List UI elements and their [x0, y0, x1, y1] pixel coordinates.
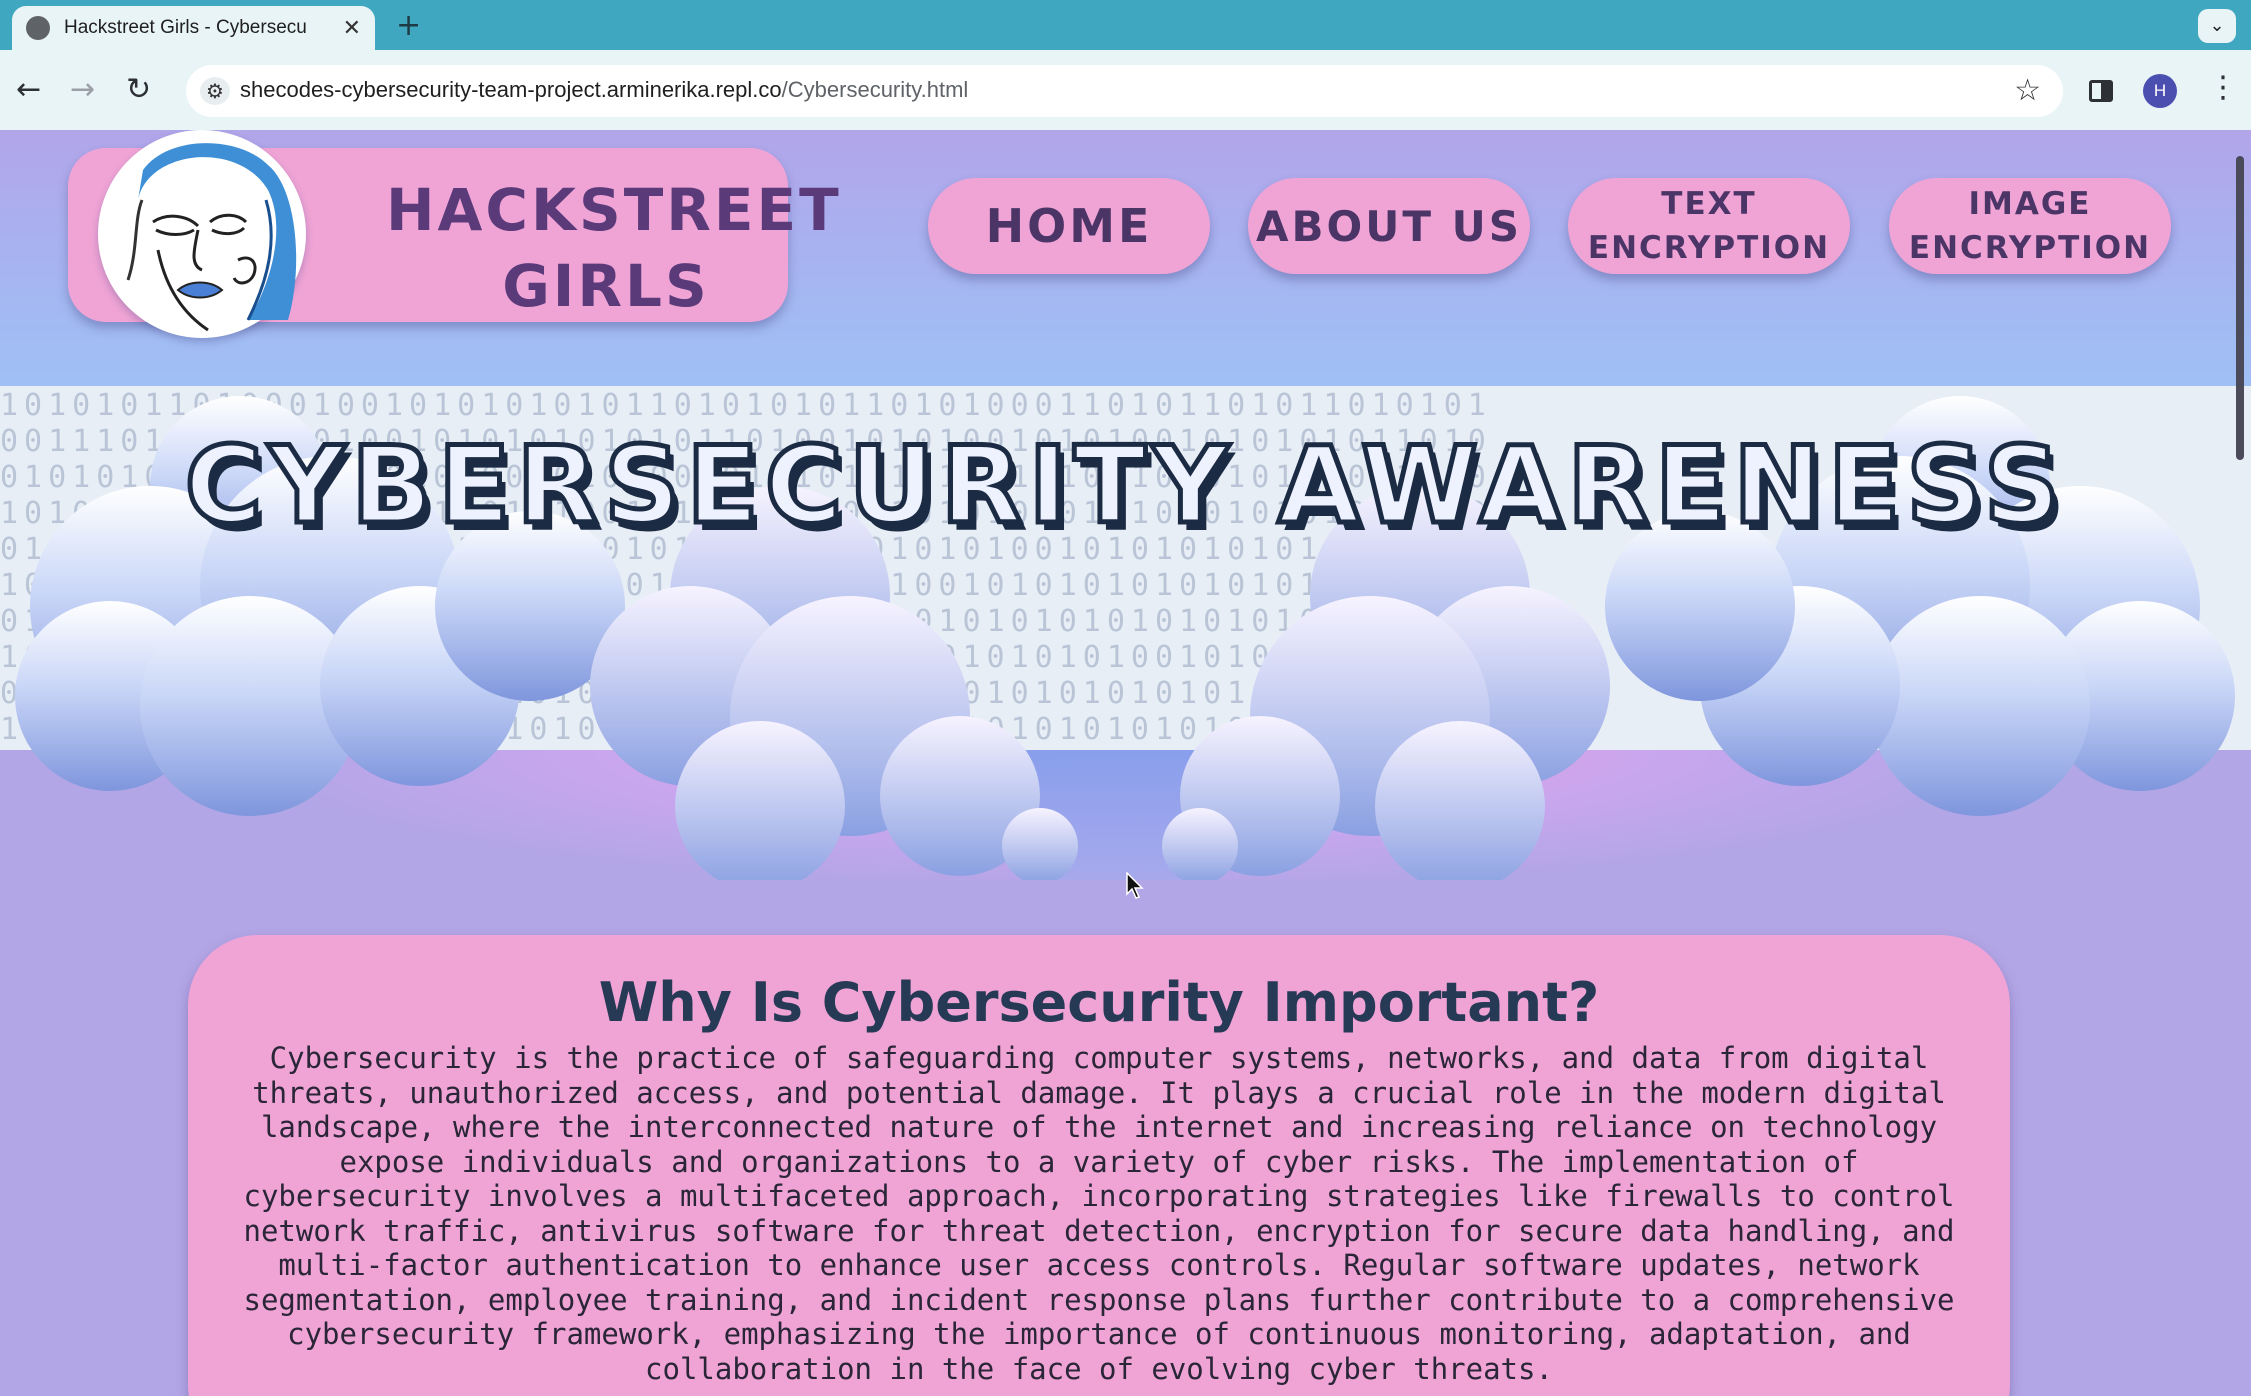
address-bar[interactable]: ⚙ shecodes-cybersecurity-team-project.ar… [186, 65, 2063, 117]
browser-menu-button[interactable]: ⋮ [2208, 70, 2238, 105]
new-tab-button[interactable]: + [396, 8, 421, 43]
site-header: HACKSTREET GIRLS HOME ABOUT US TEXT ENCR… [0, 130, 2251, 386]
browser-toolbar: ← → ↻ ⚙ shecodes-cybersecurity-team-proj… [0, 50, 2251, 130]
reload-button[interactable]: ↻ [126, 72, 151, 108]
brand-name: HACKSTREET GIRLS [386, 172, 842, 324]
nav-text-encryption-line1: TEXT [1661, 186, 1757, 222]
browser-tab-strip: Hackstreet Girls - Cybersecu ✕ + ⌄ [0, 0, 2251, 50]
bookmark-star-icon[interactable]: ☆ [2014, 73, 2041, 108]
back-button[interactable]: ← [16, 72, 41, 108]
site-info-icon[interactable]: ⚙ [200, 77, 230, 105]
nav-text-encryption[interactable]: TEXT ENCRYPTION [1568, 178, 1850, 274]
hero-banner: 1010101101000100101010101011010101011010… [0, 386, 2251, 880]
info-card: Why Is Cybersecurity Important? Cybersec… [188, 935, 2010, 1396]
side-panel-icon[interactable] [2089, 80, 2113, 102]
page-scrollbar[interactable] [2236, 156, 2244, 460]
forward-button[interactable]: → [70, 72, 95, 108]
face-line-art-icon [102, 134, 302, 334]
section-body: Cybersecurity is the practice of safegua… [243, 1041, 1955, 1386]
section-title: Why Is Cybersecurity Important? [598, 971, 1600, 1034]
browser-tab[interactable]: Hackstreet Girls - Cybersecu ✕ [12, 6, 375, 50]
nav-about-us[interactable]: ABOUT US [1248, 178, 1530, 274]
nav-text-encryption-line2: ENCRYPTION [1587, 230, 1831, 266]
url-text[interactable]: shecodes-cybersecurity-team-project.armi… [240, 77, 968, 103]
tab-search-button[interactable]: ⌄ [2198, 9, 2236, 43]
url-path: /Cybersecurity.html [781, 77, 969, 102]
profile-avatar[interactable]: H [2143, 74, 2177, 108]
close-icon[interactable]: ✕ [343, 16, 361, 41]
nav-home[interactable]: HOME [928, 178, 1210, 274]
url-host: shecodes-cybersecurity-team-project.armi… [240, 77, 782, 102]
nav-image-encryption-line2: ENCRYPTION [1908, 230, 2152, 266]
brand-logo-face[interactable] [98, 130, 306, 338]
globe-icon [26, 16, 50, 40]
brand-name-line1: HACKSTREET [386, 176, 842, 244]
mouse-cursor-icon [1126, 872, 1144, 899]
nav-image-encryption-line1: IMAGE [1968, 186, 2092, 222]
brand-name-line2: GIRLS [502, 252, 710, 320]
tab-title: Hackstreet Girls - Cybersecu [64, 17, 307, 38]
hero-title: CYBERSECURITY AWARENESS [182, 422, 2067, 550]
nav-image-encryption[interactable]: IMAGE ENCRYPTION [1889, 178, 2171, 274]
page-viewport: HACKSTREET GIRLS HOME ABOUT US TEXT ENCR… [0, 130, 2251, 1396]
